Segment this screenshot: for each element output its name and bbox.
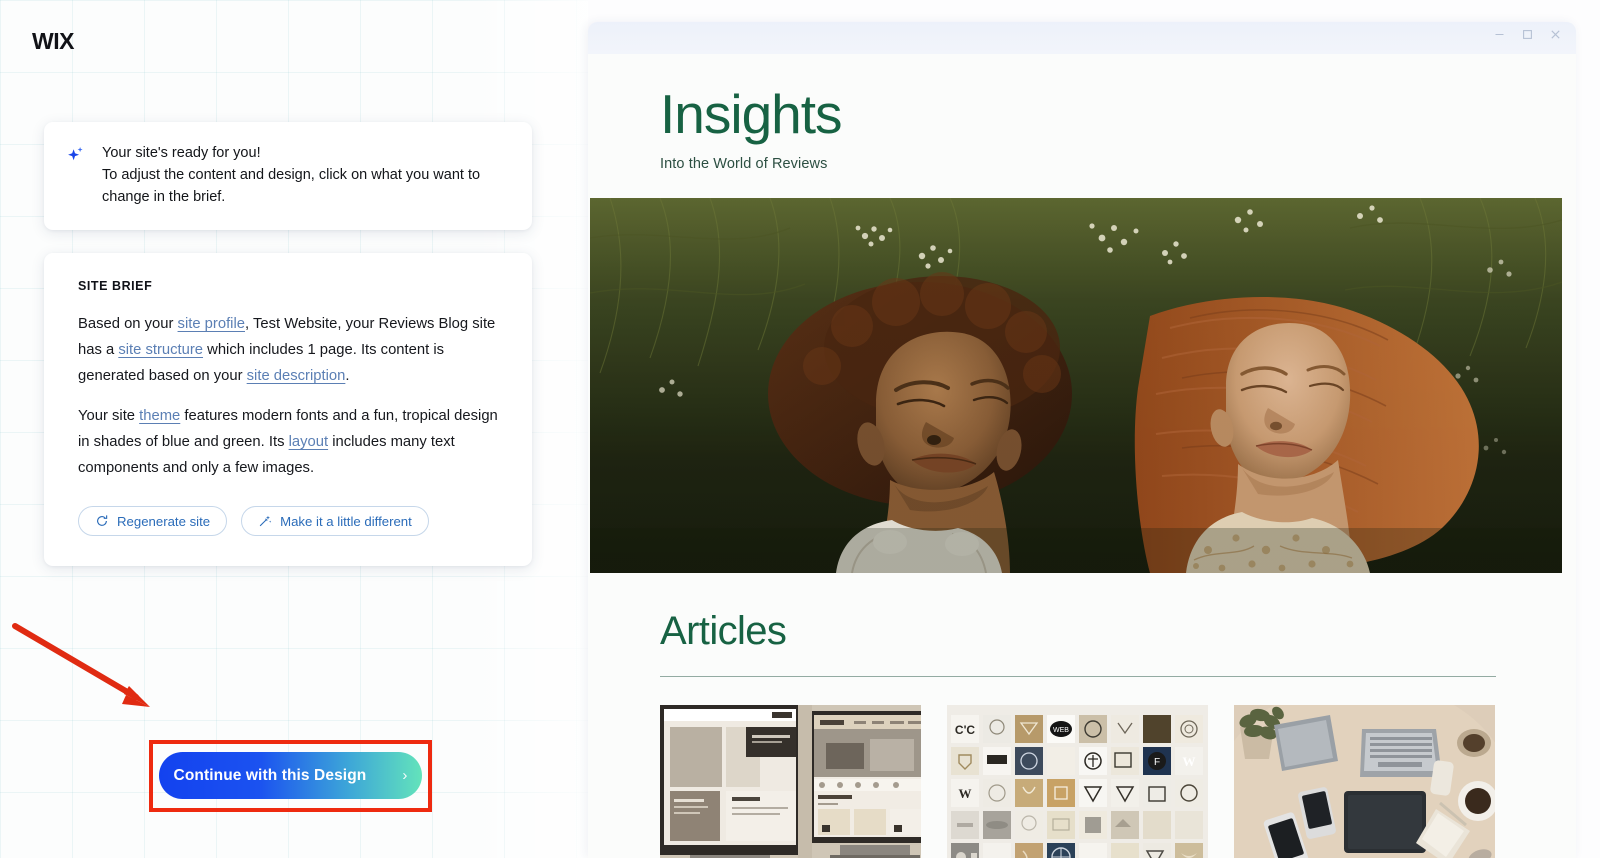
brief-p1-seg1: Based on your	[78, 316, 178, 332]
article-card[interactable]	[1234, 704, 1495, 858]
minimize-icon[interactable]	[1493, 28, 1506, 41]
refresh-icon	[95, 514, 109, 528]
article-card[interactable]	[660, 704, 921, 858]
window-controls	[1493, 28, 1562, 41]
brief-paragraph-2: Your site theme features modern fonts an…	[78, 403, 500, 481]
link-theme[interactable]: theme	[139, 408, 180, 424]
site-title: Insights	[660, 83, 843, 145]
section-divider	[660, 675, 1496, 677]
sparkle-icon	[66, 145, 86, 165]
close-icon[interactable]	[1549, 28, 1562, 41]
site-brief-card: SITE BRIEF Based on your site profile, T…	[44, 253, 532, 566]
articles-section: Articles C'C WEB F W W	[588, 573, 1576, 858]
make-it-different-button[interactable]: Make it a little different	[241, 506, 429, 536]
continue-with-design-button[interactable]: Continue with this Design ›	[159, 752, 422, 799]
article-thumb-website-mockups	[660, 704, 921, 858]
svg-text:F: F	[1154, 757, 1160, 768]
article-card[interactable]: C'C WEB F W W	[947, 704, 1208, 858]
notice-line-2: To adjust the content and design, click …	[102, 167, 481, 205]
link-layout[interactable]: layout	[289, 434, 329, 450]
preview-titlebar	[588, 22, 1576, 54]
notice-line-1: Your site's ready for you!	[102, 145, 261, 161]
make-it-different-label: Make it a little different	[280, 513, 412, 529]
site-ready-notice: Your site's ready for you! To adjust the…	[44, 122, 532, 230]
link-site-profile[interactable]: site profile	[178, 316, 245, 332]
continue-button-label: Continue with this Design	[173, 766, 367, 784]
regenerate-site-label: Regenerate site	[117, 513, 211, 529]
link-site-description[interactable]: site description	[247, 368, 346, 384]
svg-text:W: W	[959, 786, 972, 801]
site-preview-window: Insights Into the World of Reviews Artic…	[588, 22, 1576, 858]
articles-section-title: Articles	[660, 608, 787, 653]
site-hero-header: Insights Into the World of Reviews	[588, 54, 1576, 198]
preview-site-canvas: Insights Into the World of Reviews Artic…	[588, 54, 1576, 858]
hero-image	[590, 197, 1562, 573]
app-screen: WIX Your site's ready for you! To adjust…	[0, 0, 1600, 858]
notice-text-block: Your site's ready for you! To adjust the…	[102, 142, 510, 208]
article-thumb-logo-grid: C'C WEB F W W	[947, 704, 1208, 858]
brief-action-row: Regenerate site Make it a little differe…	[78, 506, 500, 536]
left-brief-panel: WIX Your site's ready for you! To adjust…	[0, 0, 588, 858]
link-site-structure[interactable]: site structure	[118, 342, 203, 358]
svg-text:C'C: C'C	[955, 723, 976, 737]
maximize-icon[interactable]	[1521, 28, 1534, 41]
magic-wand-icon	[258, 514, 272, 528]
chevron-right-icon: ›	[402, 767, 408, 784]
brief-p2-seg1: Your site	[78, 408, 140, 424]
svg-text:WEB: WEB	[1053, 727, 1069, 734]
annotation-arrow	[12, 623, 150, 707]
brief-paragraph-1: Based on your site profile, Test Website…	[78, 311, 500, 389]
article-thumb-desk-flatlay	[1234, 704, 1495, 858]
article-cards-row: C'C WEB F W W	[660, 704, 1504, 858]
svg-text:W: W	[1183, 754, 1196, 769]
brief-p1-seg4: .	[345, 368, 350, 384]
site-subtitle: Into the World of Reviews	[660, 155, 828, 172]
hero-illustration	[590, 197, 1562, 573]
regenerate-site-button[interactable]: Regenerate site	[78, 506, 228, 536]
site-brief-heading: SITE BRIEF	[78, 279, 153, 293]
wix-logo: WIX	[32, 28, 74, 54]
